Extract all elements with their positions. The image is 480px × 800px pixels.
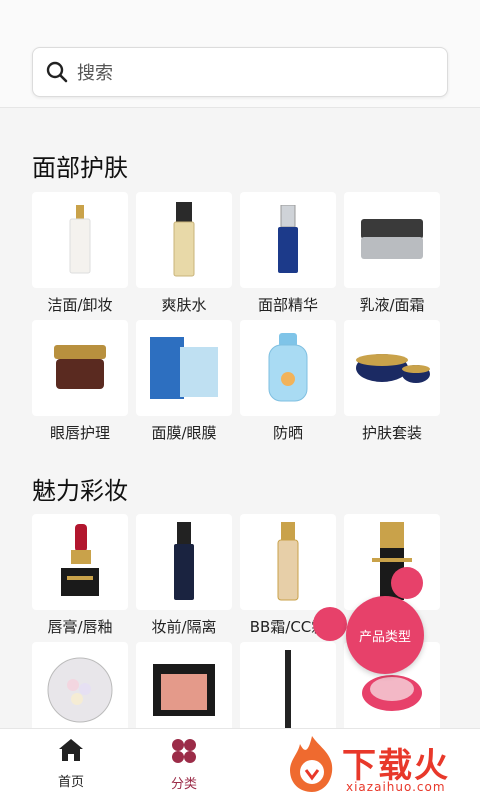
- product-image: [136, 642, 232, 738]
- tab-home-label: 首页: [57, 775, 84, 790]
- category-label: 防晒: [272, 424, 303, 442]
- category-item[interactable]: 爽肤水: [136, 192, 232, 316]
- category-label: 妆前/隔离: [151, 618, 217, 636]
- category-item[interactable]: 面部精华: [240, 192, 336, 316]
- watermark-logo: 下载火 xiazaihuo.com: [284, 734, 478, 796]
- home-icon: [59, 739, 83, 761]
- category-item[interactable]: 眼唇护理: [32, 320, 128, 444]
- product-image: [32, 192, 128, 288]
- product-image: [344, 514, 440, 610]
- category-label: 唇膏/唇釉: [47, 618, 113, 636]
- category-item[interactable]: 洁面/卸妆: [32, 192, 128, 316]
- tab-home[interactable]: 首页: [31, 737, 111, 790]
- product-image: [32, 320, 128, 416]
- section-title-makeup: 魅力彩妆: [32, 477, 128, 505]
- category-item[interactable]: 面膜/眼膜: [136, 320, 232, 444]
- fire-logo-icon: [290, 736, 333, 792]
- product-image: [136, 514, 232, 610]
- fab-decor-dot: [313, 607, 347, 641]
- search-icon: [46, 61, 68, 83]
- product-image: [240, 642, 336, 738]
- search-input[interactable]: 搜索: [32, 47, 448, 97]
- product-image: [240, 514, 336, 610]
- search-placeholder: 搜索: [77, 63, 113, 84]
- product-image: [32, 514, 128, 610]
- product-image: [344, 320, 440, 416]
- product-image: [32, 642, 128, 738]
- category-label: 乳液/面霜: [359, 296, 425, 314]
- category-label: 爽肤水: [161, 296, 207, 314]
- product-image: [240, 320, 336, 416]
- category-label: 面膜/眼膜: [151, 424, 217, 442]
- category-item[interactable]: 护肤套装: [344, 320, 440, 444]
- product-image: [136, 192, 232, 288]
- tab-category[interactable]: 分类: [144, 737, 224, 792]
- search-bar-area: 搜索: [0, 0, 480, 108]
- category-item[interactable]: 防晒: [240, 320, 336, 444]
- category-item[interactable]: 唇膏/唇釉: [32, 514, 128, 638]
- tab-category-label: 分类: [170, 777, 197, 792]
- grid-icon: [172, 739, 196, 763]
- category-label: 护肤套装: [361, 424, 422, 442]
- product-image: [240, 192, 336, 288]
- category-label: 眼唇护理: [49, 424, 110, 442]
- product-type-button[interactable]: 产品类型: [346, 596, 424, 674]
- watermark-subtext: xiazaihuo.com: [346, 780, 446, 794]
- section-title-skincare: 面部护肤: [32, 154, 128, 182]
- product-image: [136, 320, 232, 416]
- category-item[interactable]: 妆前/隔离: [136, 514, 232, 638]
- fab-decor-dot: [391, 567, 423, 599]
- category-item[interactable]: 乳液/面霜: [344, 192, 440, 316]
- category-label: 洁面/卸妆: [47, 296, 113, 314]
- product-image: [344, 192, 440, 288]
- category-label: 面部精华: [257, 296, 318, 314]
